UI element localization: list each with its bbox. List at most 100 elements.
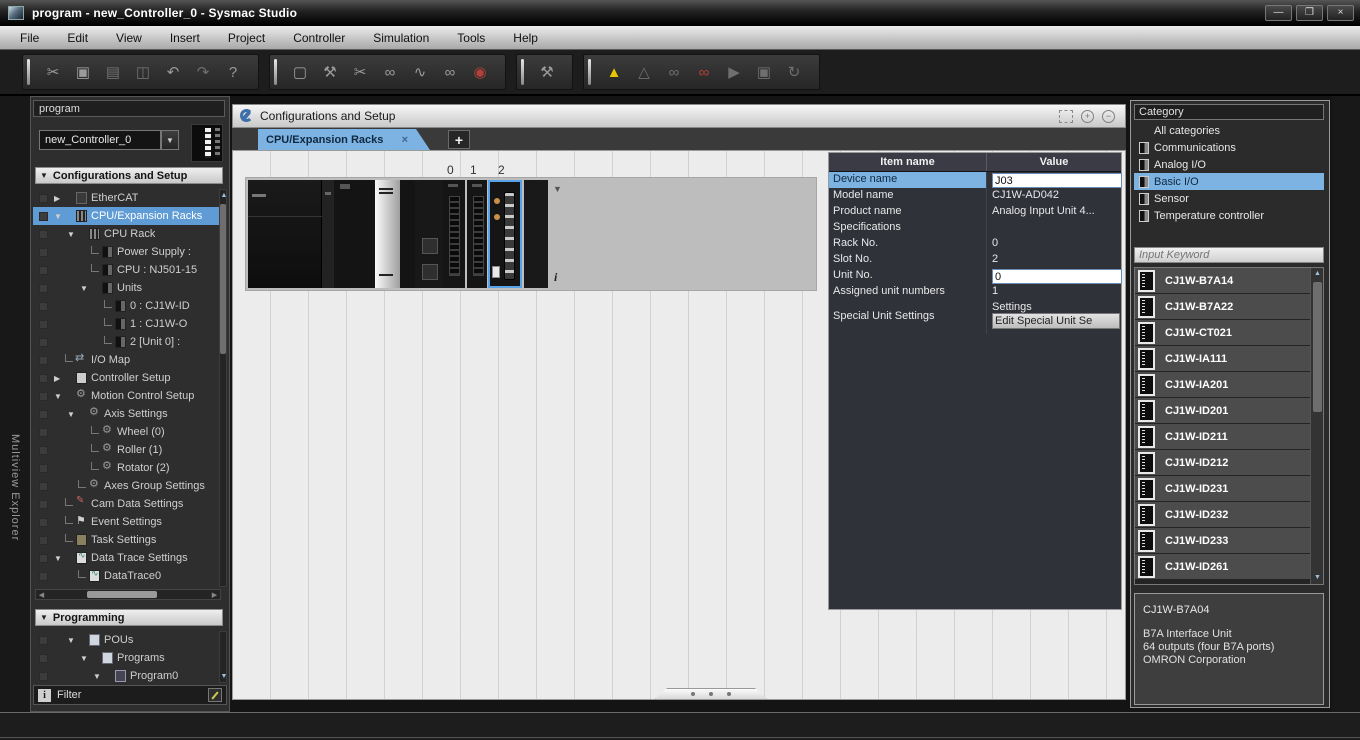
tree-expand-icon[interactable]: ▶ xyxy=(54,194,65,203)
section-header-configurations[interactable]: ▼ Configurations and Setup xyxy=(35,167,223,184)
tree-expand-icon[interactable]: ▼ xyxy=(67,636,78,645)
property-row[interactable]: Device name xyxy=(829,172,1121,188)
property-row[interactable]: Slot No. 2 xyxy=(829,252,1121,268)
tree-item[interactable]: I/O Map xyxy=(33,351,223,369)
property-row[interactable]: Rack No. 0 xyxy=(829,236,1121,252)
tree-item-checkbox[interactable] xyxy=(39,446,48,455)
scrollbar-thumb[interactable] xyxy=(1313,282,1322,412)
zoom-control-icon[interactable]: + xyxy=(1081,110,1094,123)
toolbar-icon[interactable]: ◫ xyxy=(130,60,156,84)
toolbar-icon[interactable]: ✂ xyxy=(347,60,373,84)
tree-item[interactable]: ▼ CPU Rack xyxy=(33,225,223,243)
tree-item[interactable]: 2 [Unit 0] : xyxy=(33,333,223,351)
multiview-explorer-strip[interactable]: Multiview Explorer xyxy=(0,96,30,712)
tree-item-checkbox[interactable] xyxy=(39,636,48,645)
tree-item[interactable]: Power Supply : xyxy=(33,243,223,261)
tree-item[interactable]: Rotator (2) xyxy=(33,459,223,477)
tree-expand-icon[interactable]: ▼ xyxy=(67,230,78,239)
tree-horizontal-scrollbar[interactable]: ◀ ▶ xyxy=(35,589,221,600)
toolbar-icon[interactable]: ↶ xyxy=(160,60,186,84)
scroll-down-icon[interactable]: ▼ xyxy=(1311,572,1324,584)
property-row[interactable]: Unit No. xyxy=(829,268,1121,284)
tab-cpu-expansion-racks[interactable]: CPU/Expansion Racks × xyxy=(258,129,430,150)
window-control-button[interactable]: — xyxy=(1265,5,1292,21)
property-value-input[interactable] xyxy=(992,173,1122,188)
zoom-control-icon[interactable]: − xyxy=(1102,110,1115,123)
menu-item[interactable]: Tools xyxy=(443,27,499,49)
scrollbar-thumb[interactable] xyxy=(220,204,226,354)
tree-item-checkbox[interactable] xyxy=(39,320,48,329)
tree-item[interactable]: 1 : CJ1W-O xyxy=(33,315,223,333)
part-item[interactable]: CJ1W-IA201 xyxy=(1135,372,1323,397)
tree-item-checkbox[interactable] xyxy=(39,284,48,293)
toolbar-icon[interactable]: ∞ xyxy=(691,60,717,84)
category-item[interactable]: Basic I/O xyxy=(1134,173,1324,190)
toolbar-icon[interactable]: ◉ xyxy=(467,60,493,84)
tree-item-checkbox[interactable] xyxy=(39,672,48,681)
toolbar-icon[interactable]: ∞ xyxy=(437,60,463,84)
menu-item[interactable]: File xyxy=(6,27,53,49)
part-item[interactable]: CJ1W-ID212 xyxy=(1135,450,1323,475)
keyword-search-input[interactable] xyxy=(1134,247,1324,263)
tree-item[interactable]: ▼ Motion Control Setup xyxy=(33,387,223,405)
tree-expand-icon[interactable]: ▼ xyxy=(54,554,65,563)
tree-expand-icon[interactable]: ▶ xyxy=(54,374,65,383)
tree-item[interactable]: Axes Group Settings xyxy=(33,477,223,495)
scroll-left-icon[interactable]: ◀ xyxy=(36,590,47,599)
toolbar-icon[interactable]: ▢ xyxy=(287,60,313,84)
tree-expand-icon[interactable]: ▼ xyxy=(93,672,104,681)
tree-item[interactable]: ▼ Program0 xyxy=(33,667,223,685)
tree-item-checkbox[interactable] xyxy=(39,464,48,473)
bottom-splitter-grip[interactable] xyxy=(655,688,767,699)
menu-item[interactable]: Help xyxy=(499,27,552,49)
tree-item-checkbox[interactable] xyxy=(39,428,48,437)
toolbox-strip[interactable]: Toolbox xyxy=(1332,96,1360,712)
toolbar-icon[interactable]: ∞ xyxy=(377,60,403,84)
tree-item-checkbox[interactable] xyxy=(39,482,48,491)
scroll-up-icon[interactable]: ▲ xyxy=(1311,268,1324,280)
menu-item[interactable]: View xyxy=(102,27,156,49)
tree-item-checkbox[interactable] xyxy=(39,356,48,365)
add-tab-button[interactable]: + xyxy=(448,130,470,149)
controller-select-dropdown-icon[interactable]: ▼ xyxy=(161,130,179,150)
tree-item[interactable]: ▶ Controller Setup xyxy=(33,369,223,387)
part-item[interactable]: CJ1W-ID201 xyxy=(1135,398,1323,423)
tree-item-checkbox[interactable] xyxy=(39,374,48,383)
tree-item[interactable]: Cam Data Settings xyxy=(33,495,223,513)
tree-item-checkbox[interactable] xyxy=(39,212,48,221)
tree-item-checkbox[interactable] xyxy=(39,194,48,203)
property-row[interactable]: Assigned unit numbers 1 xyxy=(829,284,1121,300)
category-item[interactable]: Sensor xyxy=(1134,190,1324,207)
scrollbar-thumb[interactable] xyxy=(87,591,157,598)
tree-item-checkbox[interactable] xyxy=(39,230,48,239)
part-item[interactable]: CJ1W-CT021 xyxy=(1135,320,1323,345)
tree-item-checkbox[interactable] xyxy=(39,500,48,509)
tree-item-checkbox[interactable] xyxy=(39,338,48,347)
menu-item[interactable]: Edit xyxy=(53,27,102,49)
menu-item[interactable]: Simulation xyxy=(359,27,443,49)
parts-scrollbar[interactable]: ▲ ▼ xyxy=(1310,268,1323,584)
toolbar-icon[interactable]: ∿ xyxy=(407,60,433,84)
property-row[interactable]: Product name Analog Input Unit 4... xyxy=(829,204,1121,220)
category-item[interactable]: Temperature controller xyxy=(1134,207,1324,224)
toolbar-icon[interactable]: ⚒ xyxy=(317,60,343,84)
tree-item[interactable]: ▼ POUs xyxy=(33,631,223,649)
property-row[interactable]: Model name CJ1W-AD042 xyxy=(829,188,1121,204)
part-item[interactable]: CJ1W-ID232 xyxy=(1135,502,1323,527)
programming-scrollbar[interactable]: ▼ xyxy=(219,631,227,683)
category-item[interactable]: Communications xyxy=(1134,139,1324,156)
toolbar-icon[interactable]: ? xyxy=(220,60,246,84)
tree-item-checkbox[interactable] xyxy=(39,536,48,545)
tree-item-checkbox[interactable] xyxy=(39,392,48,401)
part-item[interactable]: CJ1W-ID233 xyxy=(1135,528,1323,553)
part-item[interactable]: CJ1W-ID211 xyxy=(1135,424,1323,449)
window-control-button[interactable]: × xyxy=(1327,5,1354,21)
tree-expand-icon[interactable]: ▼ xyxy=(54,212,65,221)
tree-expand-icon[interactable]: ▼ xyxy=(80,284,91,293)
part-item[interactable]: CJ1W-ID261 xyxy=(1135,554,1323,579)
property-row[interactable]: Specifications xyxy=(829,220,1121,236)
category-item[interactable]: All categories xyxy=(1134,122,1324,139)
tree-item[interactable]: Task Settings xyxy=(33,531,223,549)
category-item[interactable]: Analog I/O xyxy=(1134,156,1324,173)
tree-item-checkbox[interactable] xyxy=(39,248,48,257)
